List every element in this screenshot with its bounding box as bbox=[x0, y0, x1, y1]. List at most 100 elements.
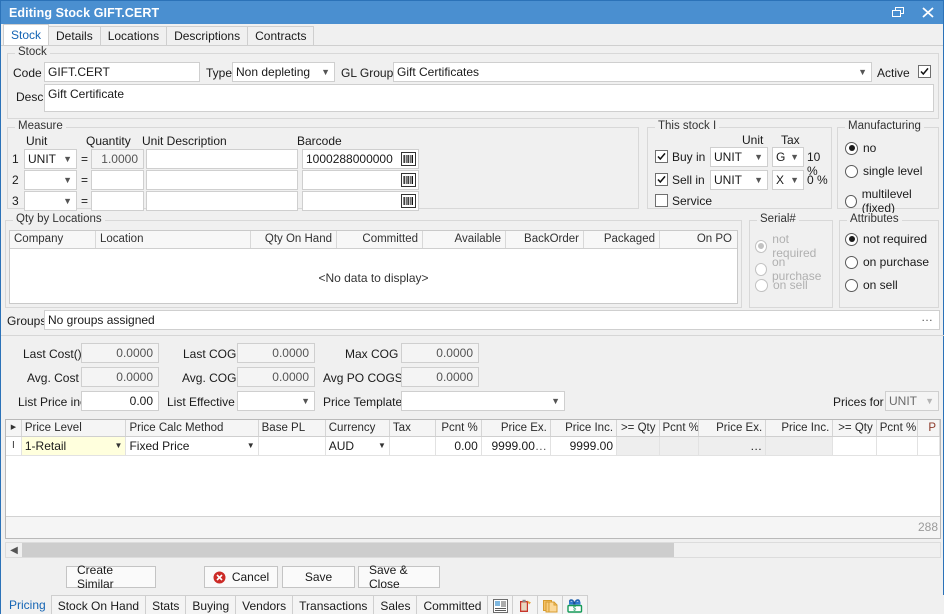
measure-quantity-input[interactable]: 1.0000 bbox=[91, 149, 144, 169]
qty-1-cell[interactable] bbox=[617, 437, 659, 455]
pricing-col-price-inc-2[interactable]: Price Inc. bbox=[766, 420, 833, 436]
qty-by-locations-grid[interactable]: Company Location Qty On Hand Committed A… bbox=[9, 230, 738, 304]
type-select[interactable]: Non depleting ▼ bbox=[232, 62, 335, 82]
qty-2-cell[interactable] bbox=[833, 437, 876, 455]
price-ex-1-cell[interactable]: 9999.00… bbox=[482, 437, 551, 455]
code-input[interactable]: GIFT.CERT bbox=[44, 62, 200, 82]
tab-locations[interactable]: Locations bbox=[100, 26, 167, 45]
buy-in-checkbox[interactable] bbox=[655, 150, 668, 163]
barcode-icon[interactable] bbox=[401, 152, 416, 169]
copy-pages-icon[interactable] bbox=[537, 595, 563, 614]
buy-in-tax-select[interactable]: G▼ bbox=[772, 147, 804, 167]
footer-tab-pricing[interactable]: Pricing bbox=[3, 595, 52, 614]
attributes-option-not-required[interactable]: not required bbox=[845, 232, 927, 246]
save-button[interactable]: Save bbox=[282, 566, 355, 588]
currency-cell[interactable]: AUD ▼ bbox=[326, 437, 390, 455]
pricing-col-price-ex-3[interactable]: P bbox=[918, 420, 940, 436]
restore-icon[interactable] bbox=[883, 1, 913, 24]
pricing-col-qty-1[interactable]: >= Qty bbox=[617, 420, 659, 436]
active-checkbox[interactable] bbox=[918, 65, 931, 78]
chevron-down-icon[interactable]: ▼ bbox=[247, 437, 255, 455]
measure-barcode-input[interactable] bbox=[302, 191, 419, 211]
manufacturing-option-no[interactable]: no bbox=[845, 141, 876, 155]
scrollbar-thumb[interactable] bbox=[22, 543, 674, 557]
qty-col-location[interactable]: Location bbox=[96, 231, 251, 248]
measure-unit-select[interactable]: UNIT▼ bbox=[24, 149, 77, 169]
pcnt-1-cell[interactable]: 0.00 bbox=[436, 437, 481, 455]
price-template-select[interactable]: ▼ bbox=[401, 391, 565, 411]
service-checkbox[interactable] bbox=[655, 194, 668, 207]
measure-quantity-input[interactable] bbox=[91, 170, 144, 190]
pricing-col-base-pl[interactable]: Base PL bbox=[259, 420, 326, 436]
pricing-col-price-calc-method[interactable]: Price Calc Method bbox=[126, 420, 258, 436]
qty-col-committed[interactable]: Committed bbox=[337, 231, 423, 248]
barcode-icon[interactable] bbox=[401, 173, 416, 190]
gift-icon[interactable]: $ bbox=[562, 595, 588, 614]
list-effective-select[interactable]: ▼ bbox=[237, 391, 315, 411]
attributes-option-on-sell[interactable]: on sell bbox=[845, 278, 898, 292]
pricing-col-price-ex-2[interactable]: Price Ex. bbox=[699, 420, 766, 436]
footer-tab-sales[interactable]: Sales bbox=[373, 595, 417, 614]
pricing-col-currency[interactable]: Currency bbox=[326, 420, 390, 436]
measure-quantity-input[interactable] bbox=[91, 191, 144, 211]
measure-unit-description-input[interactable] bbox=[146, 170, 298, 190]
footer-tab-stats[interactable]: Stats bbox=[145, 595, 186, 614]
pricing-col-price-inc-1[interactable]: Price Inc. bbox=[551, 420, 617, 436]
groups-input[interactable]: No groups assigned … bbox=[44, 310, 940, 330]
chevron-down-icon[interactable]: ▼ bbox=[115, 437, 123, 455]
pricing-col-qty-2[interactable]: >= Qty bbox=[833, 420, 876, 436]
qty-col-available[interactable]: Available bbox=[423, 231, 506, 248]
tab-stock[interactable]: Stock bbox=[3, 24, 49, 45]
save-and-close-button[interactable]: Save & Close bbox=[358, 566, 440, 588]
measure-barcode-input[interactable] bbox=[302, 170, 419, 190]
list-price-inc-field[interactable]: 0.00 bbox=[81, 391, 159, 411]
pricing-col-pcnt-2[interactable]: Pcnt % bbox=[660, 420, 700, 436]
price-calc-method-cell[interactable]: Fixed Price ▼ bbox=[126, 437, 258, 455]
measure-unit-description-input[interactable] bbox=[146, 149, 298, 169]
price-ex-2-cell[interactable]: … bbox=[699, 437, 766, 455]
pricing-col-price-level[interactable]: Price Level bbox=[22, 420, 127, 436]
gl-group-select[interactable]: Gift Certificates ▼ bbox=[393, 62, 872, 82]
price-inc-1-cell[interactable]: 9999.00 bbox=[551, 437, 617, 455]
clipboard-icon[interactable] bbox=[512, 595, 538, 614]
measure-unit-select[interactable]: ▼ bbox=[24, 191, 77, 211]
sell-in-checkbox[interactable] bbox=[655, 173, 668, 186]
chevron-down-icon[interactable]: ▼ bbox=[378, 437, 386, 455]
pricing-col-pcnt-3[interactable]: Pcnt % bbox=[877, 420, 919, 436]
sell-in-tax-select[interactable]: X▼ bbox=[772, 170, 804, 190]
pcnt-2-cell[interactable] bbox=[660, 437, 700, 455]
tab-details[interactable]: Details bbox=[48, 26, 101, 45]
groups-ellipsis-button[interactable]: … bbox=[921, 310, 934, 324]
attributes-option-on-purchase[interactable]: on purchase bbox=[845, 255, 929, 269]
barcode-icon[interactable] bbox=[401, 194, 416, 211]
pricing-col-pcnt-1[interactable]: Pcnt % bbox=[436, 420, 481, 436]
footer-tab-buying[interactable]: Buying bbox=[185, 595, 236, 614]
price-inc-2-cell[interactable] bbox=[766, 437, 833, 455]
scroll-left-arrow-icon[interactable]: ◀ bbox=[6, 543, 22, 557]
document-icon[interactable] bbox=[487, 595, 513, 614]
buy-in-unit-select[interactable]: UNIT▼ bbox=[710, 147, 768, 167]
qty-col-packaged[interactable]: Packaged bbox=[584, 231, 660, 248]
qty-col-on-po[interactable]: On PO bbox=[660, 231, 736, 248]
price-ex-3-cell[interactable] bbox=[918, 437, 940, 455]
footer-tab-vendors[interactable]: Vendors bbox=[235, 595, 293, 614]
sell-in-unit-select[interactable]: UNIT▼ bbox=[710, 170, 768, 190]
tab-descriptions[interactable]: Descriptions bbox=[166, 26, 248, 45]
desc-input[interactable]: Gift Certificate bbox=[44, 84, 934, 112]
tab-contracts[interactable]: Contracts bbox=[247, 26, 314, 45]
qty-col-qty-on-hand[interactable]: Qty On Hand bbox=[251, 231, 337, 248]
table-row[interactable]: I 1-Retail ▼ Fixed Price ▼ AUD ▼ 0.00 99… bbox=[6, 437, 940, 456]
pricing-col-price-ex-1[interactable]: Price Ex. bbox=[482, 420, 551, 436]
footer-tab-stock-on-hand[interactable]: Stock On Hand bbox=[51, 595, 146, 614]
create-similar-button[interactable]: Create Similar bbox=[66, 566, 156, 588]
pcnt-3-cell[interactable] bbox=[877, 437, 919, 455]
qty-col-company[interactable]: Company bbox=[10, 231, 96, 248]
close-icon[interactable] bbox=[913, 1, 943, 24]
pricing-col-tax[interactable]: Tax bbox=[390, 420, 436, 436]
tax-cell[interactable] bbox=[390, 437, 436, 455]
horizontal-scrollbar[interactable]: ◀ bbox=[5, 542, 941, 558]
footer-tab-committed[interactable]: Committed bbox=[416, 595, 488, 614]
qty-col-backorder[interactable]: BackOrder bbox=[506, 231, 584, 248]
manufacturing-option-single-level[interactable]: single level bbox=[845, 164, 922, 178]
measure-unit-description-input[interactable] bbox=[146, 191, 298, 211]
